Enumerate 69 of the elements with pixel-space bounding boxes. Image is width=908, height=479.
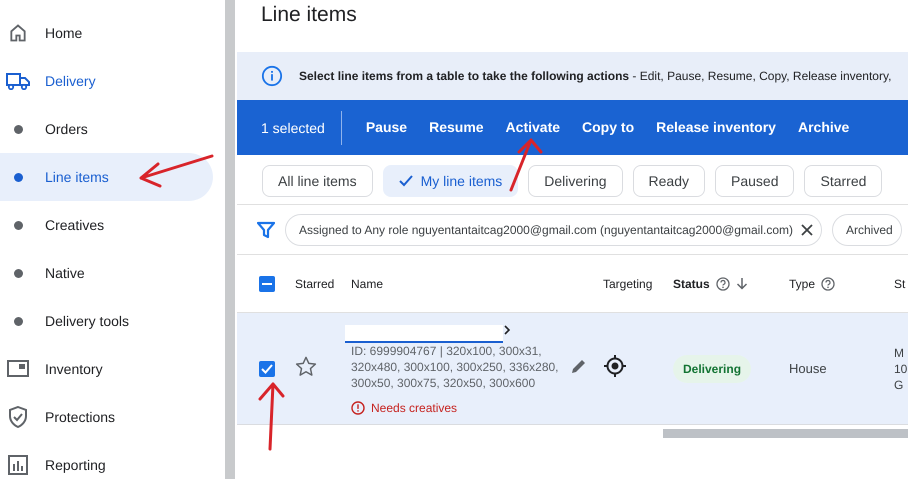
checkbox[interactable] <box>259 276 275 292</box>
action-button[interactable]: Archive <box>786 117 860 138</box>
dot-icon <box>14 268 22 278</box>
sidebar-item[interactable]: Inventory <box>0 345 213 393</box>
column-header[interactable]: Status <box>673 274 710 292</box>
action-button[interactable]: Copy to <box>571 117 646 138</box>
check-icon <box>261 364 273 374</box>
line-item-details: ID: 6999904767 | 320x100, 300x31, 320x480, 300x100, 300x250, 336x280, 300x50, 300x75, 320x50, 300x600 <box>351 342 560 390</box>
chevron-icon[interactable] <box>503 324 511 334</box>
minus-icon <box>262 282 272 284</box>
filter-chip[interactable]: My line items <box>382 165 518 197</box>
help-icon[interactable] <box>821 276 836 290</box>
chart-icon <box>8 455 28 475</box>
sidebar-item[interactable]: Protections <box>0 393 213 441</box>
target-icon[interactable] <box>603 354 627 378</box>
type-text: House <box>789 360 828 378</box>
warning-text: Needs creatives <box>371 400 458 416</box>
action-button[interactable]: Pause <box>354 117 418 138</box>
sidebar-item[interactable]: Native <box>0 249 213 297</box>
dot-icon <box>14 220 22 230</box>
sidebar-item[interactable]: Orders <box>0 105 213 153</box>
filter-chip[interactable]: Delivering <box>528 165 623 197</box>
scrollbar[interactable] <box>225 0 235 479</box>
action-button[interactable]: Release inventory <box>645 117 787 138</box>
column-header[interactable]: Targeting <box>603 274 652 292</box>
sort-arrow-icon[interactable] <box>736 277 748 290</box>
truck-icon <box>6 72 30 90</box>
close-icon[interactable] <box>801 224 813 236</box>
shield-icon <box>9 406 27 428</box>
dot-icon <box>14 172 22 182</box>
home-icon <box>8 23 28 43</box>
filter-chip[interactable]: Paused <box>715 165 794 197</box>
checkbox[interactable] <box>259 360 275 376</box>
sidebar-item[interactable]: Reporting <box>0 441 213 479</box>
filter-tag[interactable]: Archived <box>832 214 902 246</box>
sidebar-item[interactable]: Creatives <box>0 201 213 249</box>
filter-icon <box>257 220 275 238</box>
sidebar-item[interactable]: Delivery tools <box>0 297 213 345</box>
info-icon <box>261 65 283 87</box>
help-icon[interactable] <box>716 276 730 290</box>
filter-chip[interactable]: Ready <box>632 165 705 197</box>
table-cell-text: G <box>894 376 904 392</box>
selection-count: 1 selected <box>237 110 342 144</box>
edit-icon[interactable] <box>571 358 587 374</box>
table-cell-text: M <box>894 344 905 360</box>
info-text: Select line items from a table to take the following actions - Edit, Pause, Resume, Copy, Release inventory, <box>299 68 892 85</box>
action-button[interactable]: Activate <box>494 117 572 138</box>
column-header[interactable]: Name <box>351 274 384 292</box>
filter-chip[interactable]: Starred <box>804 165 882 197</box>
column-header[interactable]: Starred <box>295 274 334 292</box>
window-icon <box>7 360 29 378</box>
column-header[interactable]: St <box>894 274 906 292</box>
table-cell: 10 <box>894 360 908 376</box>
sidebar-item[interactable]: Home <box>0 9 213 57</box>
star-icon[interactable] <box>295 356 317 376</box>
column-header[interactable]: Type <box>789 274 816 292</box>
filter-chip[interactable]: All line items <box>262 165 373 197</box>
check-icon <box>398 175 413 187</box>
annotation-arrow <box>256 381 286 451</box>
dot-icon <box>14 124 22 134</box>
filter-tag[interactable]: Assigned to Any role nguyentantaitcag2000@gmail.com (nguyentantaitcag2000@gmail.com) <box>285 214 822 246</box>
action-button[interactable]: Resume <box>418 117 495 138</box>
sidebar-item[interactable]: Delivery <box>0 57 213 105</box>
sidebar-item[interactable]: Line items <box>0 153 213 201</box>
error-icon <box>351 400 365 414</box>
page-title: Line items <box>260 2 358 28</box>
dot-icon <box>14 316 22 326</box>
status-pill: Delivering <box>673 354 752 382</box>
scrollbar[interactable] <box>663 429 908 438</box>
